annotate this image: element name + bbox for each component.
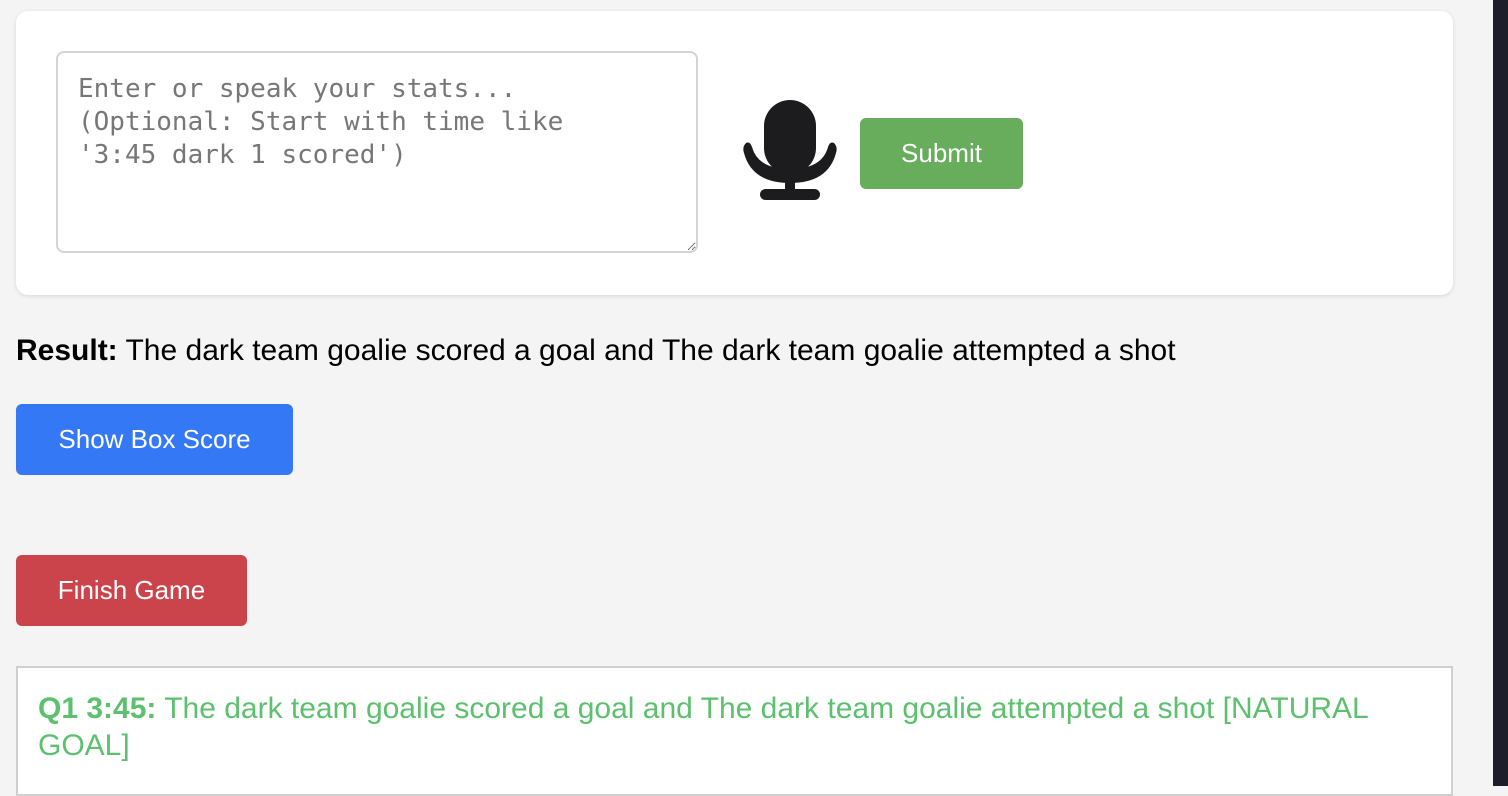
- result-text: The dark team goalie scored a goal and T…: [125, 334, 1176, 367]
- stats-input-card: Submit: [16, 11, 1453, 295]
- finish-game-button[interactable]: Finish Game: [16, 555, 247, 626]
- result-line: Result: The dark team goalie scored a go…: [16, 334, 1176, 368]
- microphone-button[interactable]: [738, 97, 842, 201]
- log-entry-text: The dark team goalie scored a goal and T…: [38, 692, 1368, 762]
- show-box-score-button[interactable]: Show Box Score: [16, 404, 293, 475]
- stats-input[interactable]: [56, 51, 698, 253]
- microphone-icon: [743, 100, 837, 200]
- log-entry: Q1 3:45: The dark team goalie scored a g…: [38, 690, 1431, 764]
- window-edge: [1493, 0, 1508, 786]
- submit-button[interactable]: Submit: [860, 118, 1023, 189]
- play-log-panel: Q1 3:45: The dark team goalie scored a g…: [16, 666, 1453, 796]
- log-entry-time: Q1 3:45:: [38, 692, 157, 725]
- result-label: Result:: [16, 334, 118, 367]
